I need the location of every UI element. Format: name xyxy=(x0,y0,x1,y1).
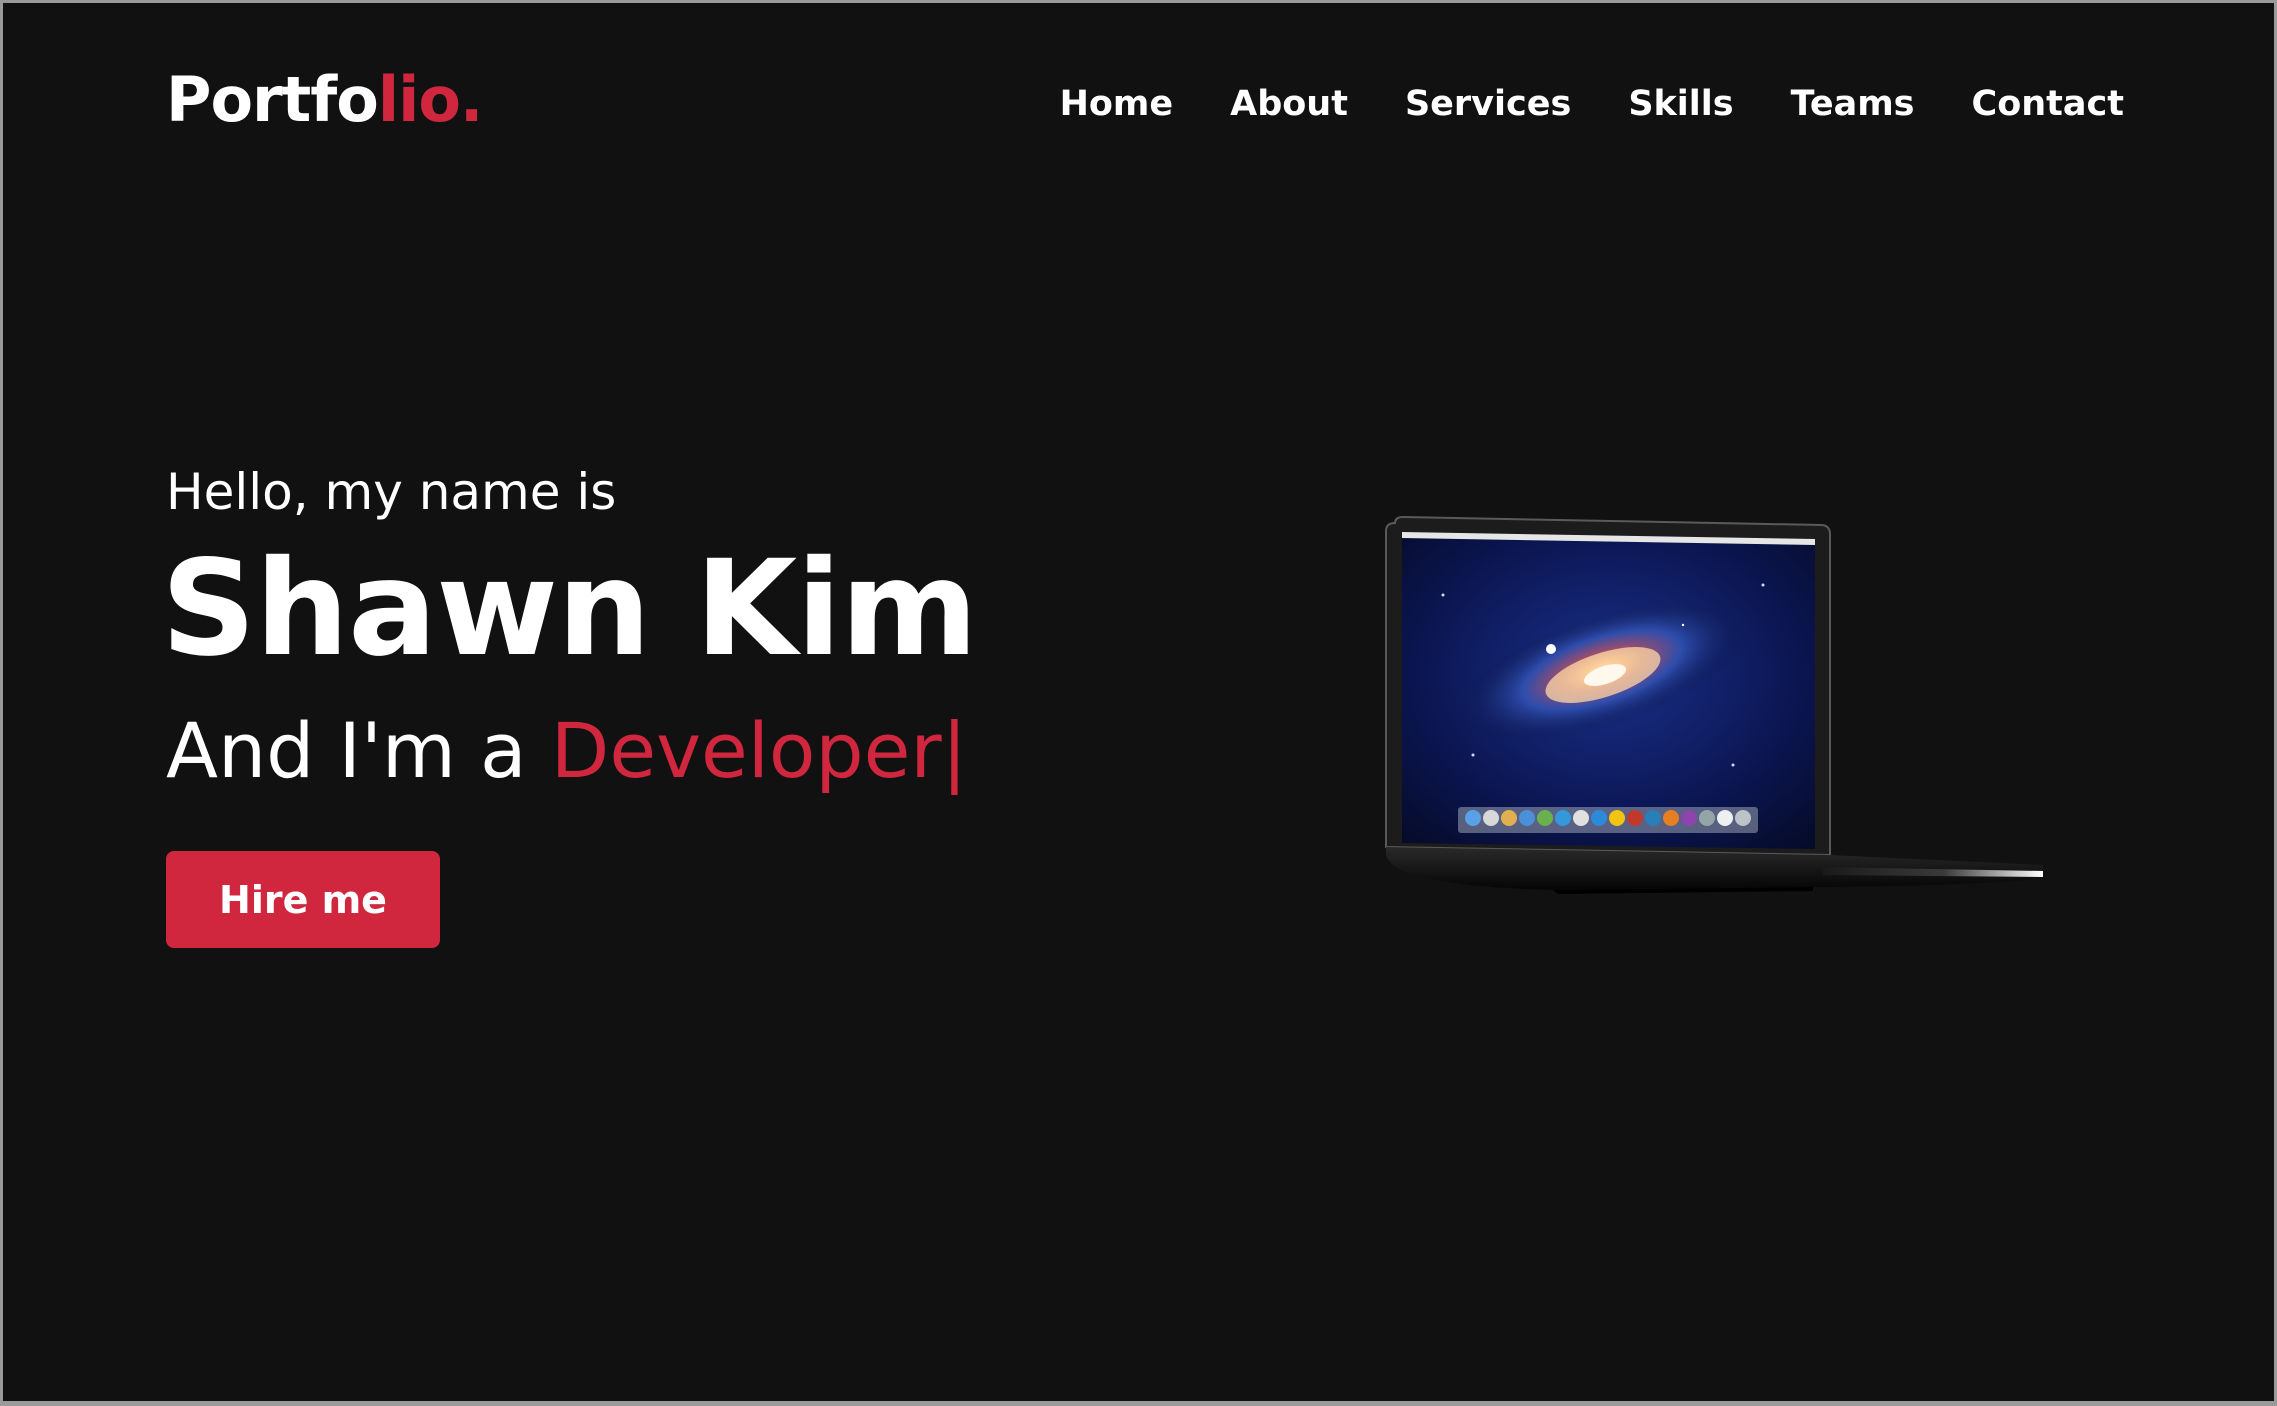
hire-me-button[interactable]: Hire me xyxy=(166,851,440,948)
nav-link-home[interactable]: Home xyxy=(1060,87,1174,122)
nav-link-contact[interactable]: Contact xyxy=(1972,87,2124,122)
hero-name: Shawn Kim xyxy=(161,532,978,686)
hero-role-word: Developer xyxy=(550,706,942,795)
nav-link-skills[interactable]: Skills xyxy=(1628,87,1733,122)
logo[interactable]: Portfolio. xyxy=(166,69,483,131)
laptop-illustration-icon xyxy=(1385,515,2043,894)
hero-role-prefix: And I'm a xyxy=(166,706,551,795)
logo-main-text: Portfo xyxy=(166,63,379,136)
nav-link-teams[interactable]: Teams xyxy=(1791,87,1915,122)
nav-link-services[interactable]: Services xyxy=(1405,87,1571,122)
typing-cursor: | xyxy=(941,706,968,795)
hero-greeting: Hello, my name is xyxy=(166,463,617,521)
logo-accent-text: lio. xyxy=(377,63,484,136)
main-nav: Home About Services Skills Teams Contact xyxy=(1060,87,2124,122)
hero-role: And I'm a Developer| xyxy=(166,713,967,789)
nav-link-about[interactable]: About xyxy=(1230,87,1348,122)
page-frame: Portfolio. Home About Services Skills Te… xyxy=(3,3,2274,1401)
